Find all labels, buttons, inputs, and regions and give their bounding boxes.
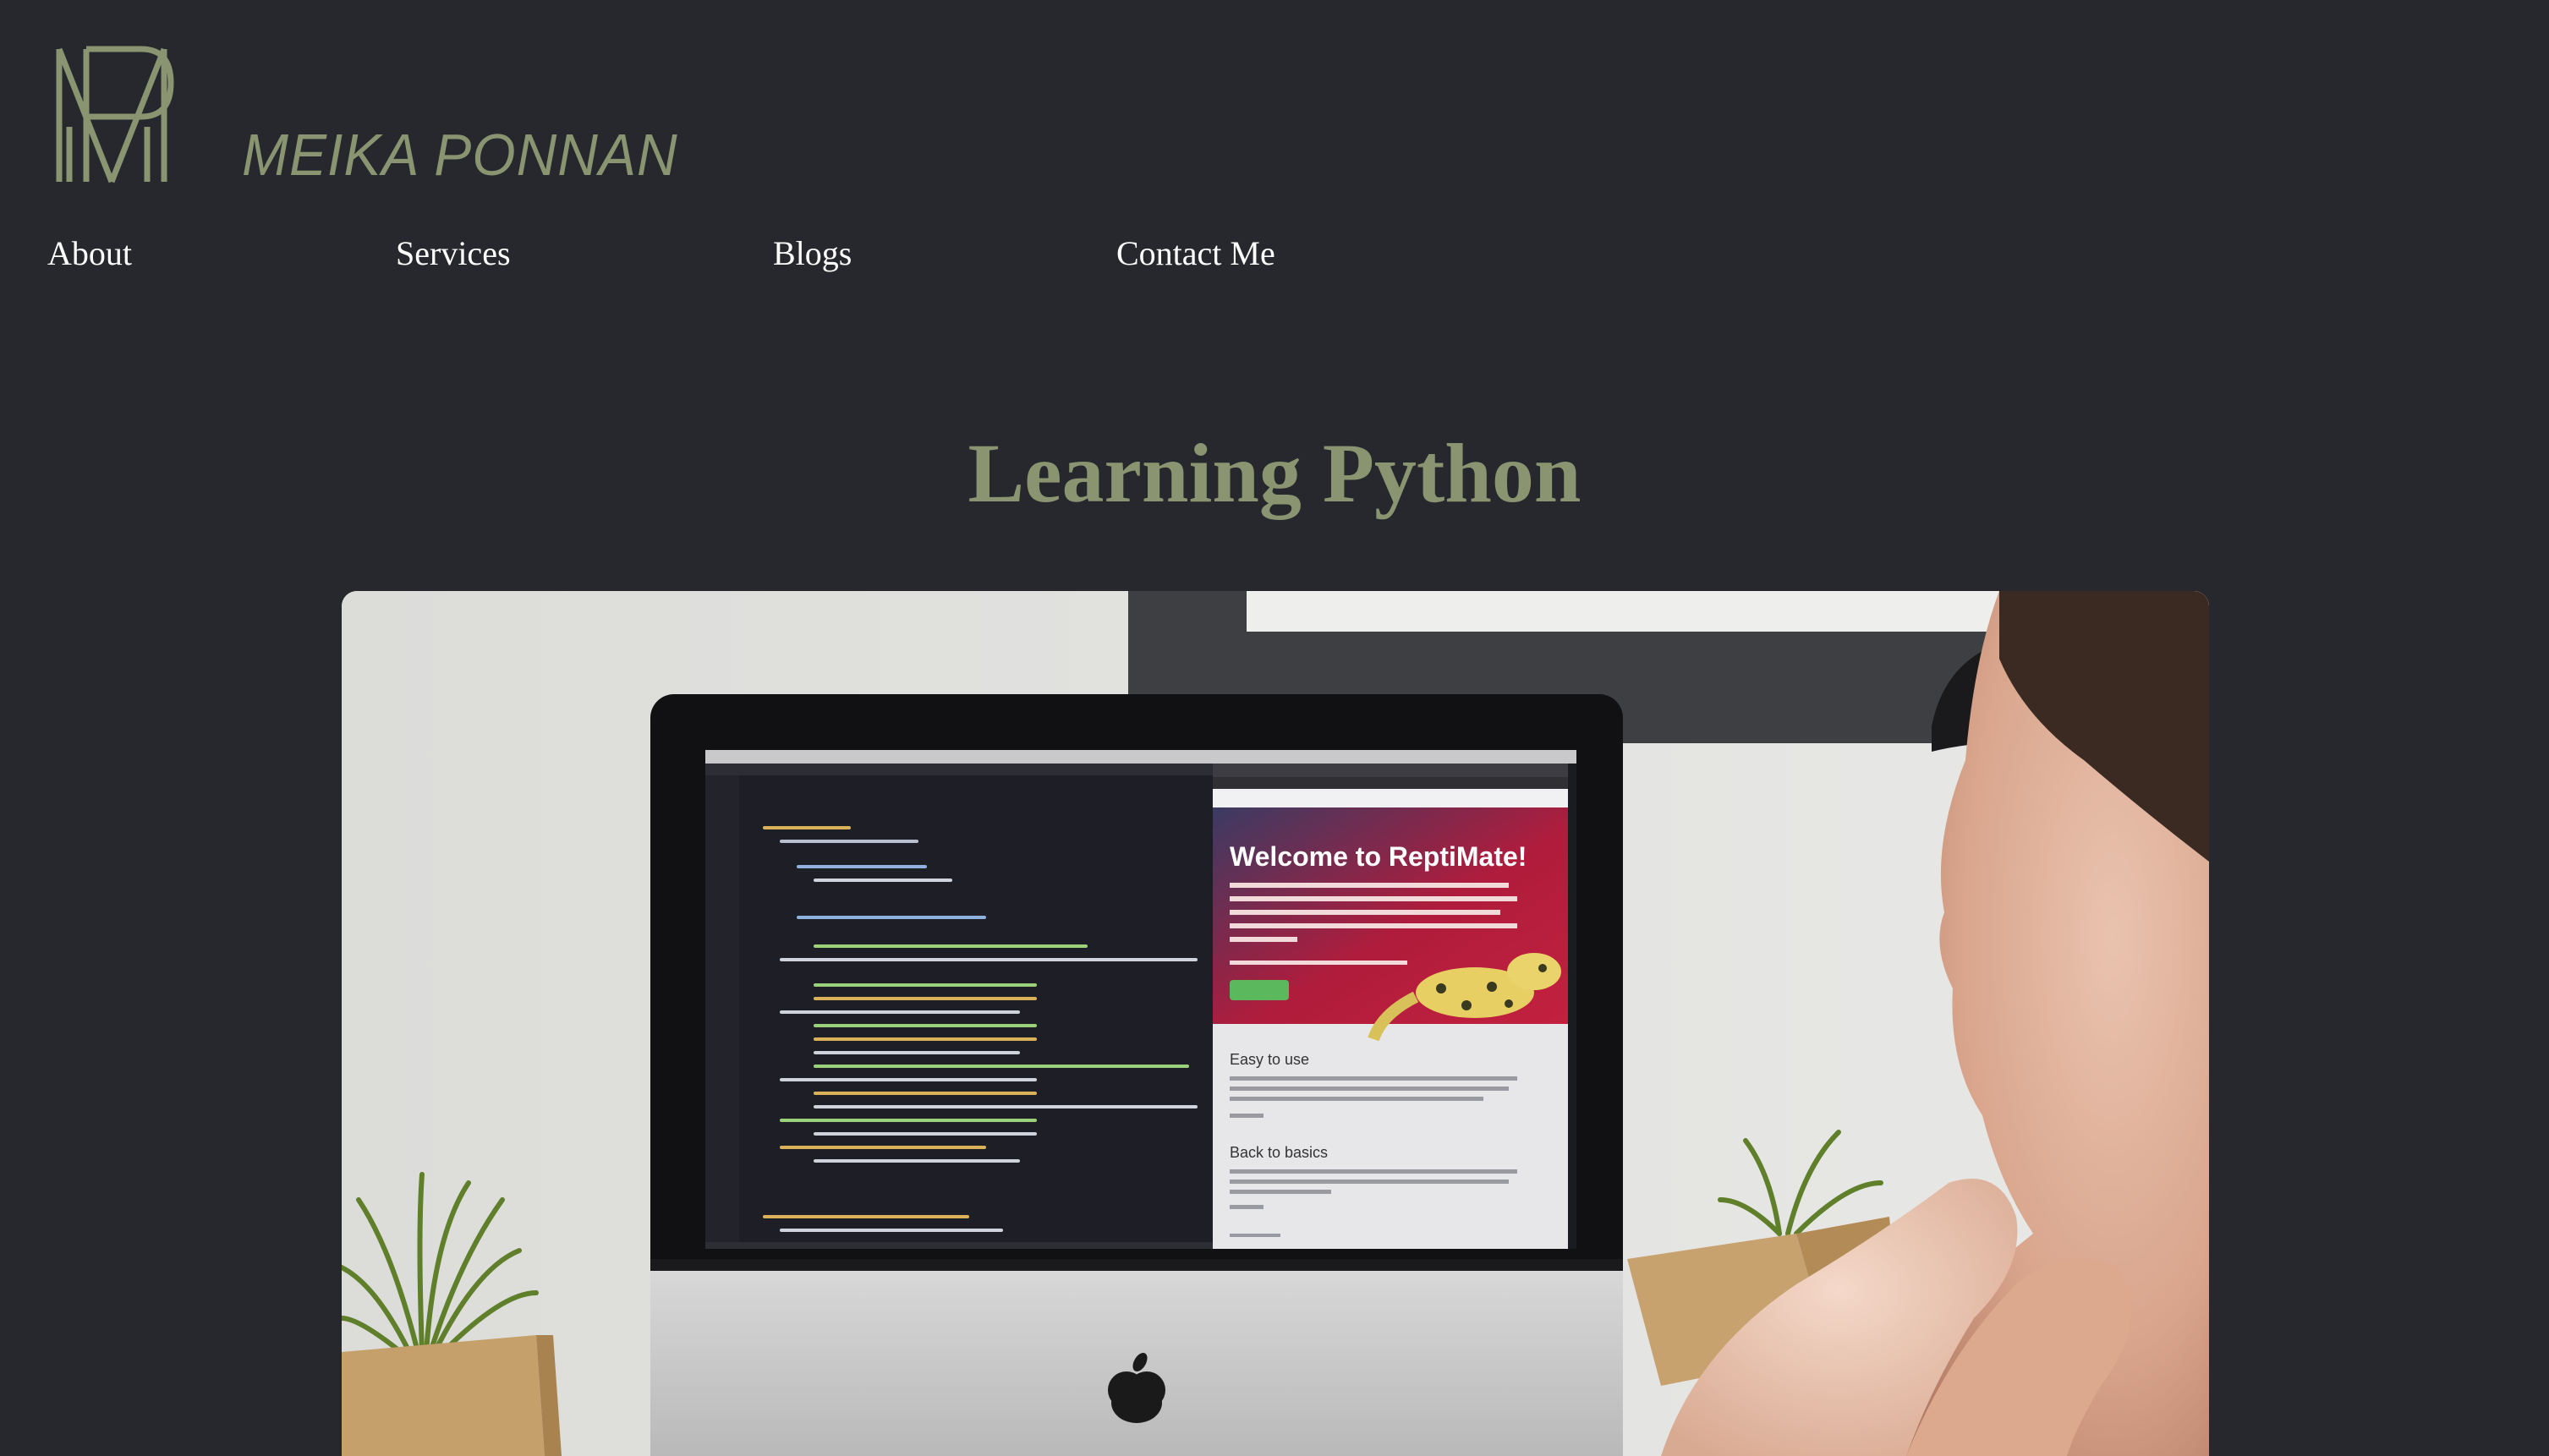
brand-name[interactable]: MEIKA PONNAN: [242, 125, 678, 183]
page: MEIKA PONNAN About Services Blogs Contac…: [0, 0, 2549, 1456]
page-title: Learning Python: [968, 426, 1581, 520]
nav-link-services[interactable]: Services: [396, 233, 511, 274]
svg-text:Back to basics: Back to basics: [1230, 1144, 1328, 1161]
nav-link-blogs[interactable]: Blogs: [773, 233, 852, 274]
svg-text:Easy to use: Easy to use: [1230, 1051, 1309, 1068]
nav-link-contact-me[interactable]: Contact Me: [1116, 233, 1275, 274]
logo-icon[interactable]: [52, 42, 178, 186]
svg-text:Welcome to ReptiMate!: Welcome to ReptiMate!: [1230, 841, 1527, 872]
hero-image: Welcome to ReptiMate! Easy to use Back t…: [342, 591, 2209, 1456]
nav-link-about[interactable]: About: [47, 233, 132, 274]
